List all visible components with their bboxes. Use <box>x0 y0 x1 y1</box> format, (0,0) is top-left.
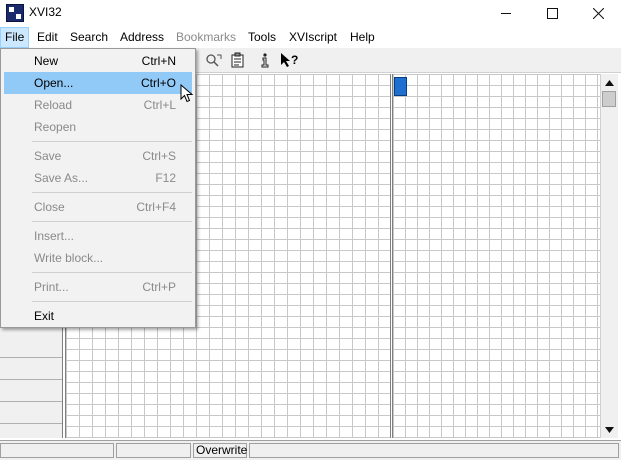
menu-file[interactable]: File <box>0 27 30 48</box>
menu-item-shortcut: Ctrl+N <box>141 54 176 68</box>
menu-item-shortcut: Ctrl+P <box>142 280 176 294</box>
maximize-icon <box>546 7 558 19</box>
minimize-icon <box>501 12 511 14</box>
offset-rows <box>0 336 62 436</box>
menu-item-save-as[interactable]: Save As... F12 <box>4 167 192 189</box>
menu-item-write-block[interactable]: Write block... <box>4 247 192 269</box>
menu-item-shortcut: Ctrl+O <box>140 76 176 90</box>
menu-separator <box>32 192 192 193</box>
status-panel-1 <box>0 443 114 458</box>
close-icon <box>592 7 604 19</box>
menu-item-shortcut: Ctrl+F4 <box>136 200 176 214</box>
vertical-scrollbar[interactable] <box>600 74 618 438</box>
menu-item-label: Print... <box>34 280 69 294</box>
menu-item-exit[interactable]: Exit <box>4 305 192 327</box>
menu-edit[interactable]: Edit <box>33 27 62 48</box>
menu-separator <box>32 272 192 273</box>
menu-item-close[interactable]: Close Ctrl+F4 <box>4 196 192 218</box>
menu-item-label: Open... <box>34 76 74 90</box>
info-icon[interactable] <box>256 51 274 69</box>
menu-item-label: Write block... <box>34 251 104 265</box>
maximize-button[interactable] <box>529 0 575 26</box>
arrow-down-icon <box>605 426 614 433</box>
menu-item-label: Save As... <box>34 171 89 185</box>
scroll-down-button[interactable] <box>601 421 618 438</box>
scroll-thumb[interactable] <box>602 91 616 107</box>
status-panel-2 <box>116 443 191 458</box>
scroll-up-button[interactable] <box>601 74 618 91</box>
menu-item-label: Save <box>34 149 62 163</box>
title-bar: XVI32 <box>0 0 621 26</box>
menu-item-label: Reload <box>34 98 73 112</box>
menu-help[interactable]: Help <box>346 27 379 48</box>
cursor-cell <box>394 77 407 96</box>
text-grid[interactable] <box>392 74 601 438</box>
search-next-icon[interactable] <box>205 51 223 69</box>
menu-bookmarks[interactable]: Bookmarks <box>172 27 240 48</box>
svg-text:?: ? <box>291 53 298 67</box>
menu-item-shortcut: Ctrl+L <box>143 98 176 112</box>
properties-icon[interactable] <box>229 51 247 69</box>
menu-bar: File Edit Search Address Bookmarks Tools… <box>0 27 621 48</box>
status-panel-4 <box>249 443 619 458</box>
window-title: XVI32 <box>29 5 62 19</box>
menu-item-label: Reopen <box>34 120 77 134</box>
app-icon <box>6 4 24 22</box>
menu-xviscript[interactable]: XVIscript <box>285 27 341 48</box>
menu-item-shortcut: Ctrl+S <box>142 149 176 163</box>
menu-item-insert[interactable]: Insert... <box>4 225 192 247</box>
menu-item-print[interactable]: Print... Ctrl+P <box>4 276 192 298</box>
menu-item-label: Insert... <box>34 229 75 243</box>
file-menu-dropdown: New Ctrl+N Open... Ctrl+O Reload Ctrl+L … <box>0 48 196 328</box>
status-bar: Overwrite <box>0 440 621 460</box>
menu-separator <box>32 141 192 142</box>
menu-item-new[interactable]: New Ctrl+N <box>4 50 192 72</box>
arrow-up-icon <box>605 79 614 86</box>
menu-item-label: New <box>34 54 59 68</box>
context-help-icon[interactable]: ? <box>280 51 298 69</box>
menu-item-shortcut: F12 <box>155 171 176 185</box>
menu-item-save[interactable]: Save Ctrl+S <box>4 145 192 167</box>
mouse-pointer-icon <box>180 84 194 103</box>
menu-item-open[interactable]: Open... Ctrl+O <box>4 72 192 94</box>
menu-item-reload[interactable]: Reload Ctrl+L <box>4 94 192 116</box>
menu-item-label: Close <box>34 200 65 214</box>
minimize-button[interactable] <box>483 0 529 26</box>
menu-search[interactable]: Search <box>66 27 112 48</box>
status-mode: Overwrite <box>193 443 247 458</box>
menu-separator <box>32 301 192 302</box>
menu-item-reopen[interactable]: Reopen <box>4 116 192 138</box>
menu-separator <box>32 221 192 222</box>
menu-tools[interactable]: Tools <box>244 27 280 48</box>
close-button[interactable] <box>575 0 621 26</box>
menu-address[interactable]: Address <box>116 27 168 48</box>
menu-item-label: Exit <box>34 309 55 323</box>
